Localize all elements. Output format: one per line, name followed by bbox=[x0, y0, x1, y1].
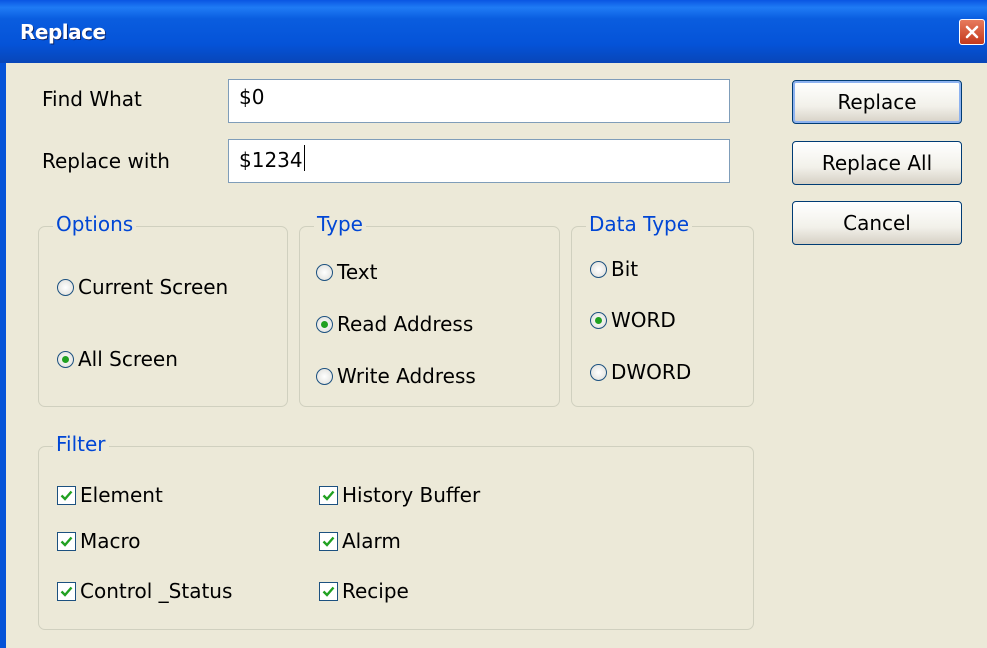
checkbox-label: Macro bbox=[80, 529, 141, 553]
radio-word[interactable]: WORD bbox=[590, 308, 676, 332]
radio-label: Text bbox=[337, 260, 378, 284]
checkbox-label: History Buffer bbox=[342, 483, 481, 507]
options-group: Options Current Screen All Screen bbox=[38, 212, 288, 407]
radio-circle-selected bbox=[57, 350, 74, 368]
checkbox-label: Control _Status bbox=[80, 579, 233, 603]
checkbox-checked bbox=[57, 485, 76, 505]
data-type-group: Data Type Bit WORD DWORD bbox=[571, 212, 754, 407]
checkbox-element[interactable]: Element bbox=[57, 483, 163, 507]
close-button[interactable] bbox=[959, 19, 985, 45]
window-title: Replace bbox=[20, 20, 106, 44]
filter-group-title: Filter bbox=[53, 432, 109, 456]
check-icon bbox=[60, 586, 73, 597]
radio-label: Current Screen bbox=[78, 275, 229, 299]
radio-label: DWORD bbox=[611, 360, 692, 384]
replace-all-button[interactable]: Replace All bbox=[792, 141, 962, 185]
radio-circle bbox=[316, 367, 333, 385]
checkbox-checked bbox=[57, 581, 76, 601]
options-group-title: Options bbox=[53, 212, 137, 236]
replace-button[interactable]: Replace bbox=[792, 80, 962, 124]
radio-circle-selected bbox=[590, 311, 607, 329]
radio-text[interactable]: Text bbox=[316, 260, 377, 284]
checkbox-checked bbox=[319, 485, 338, 505]
radio-label: Write Address bbox=[337, 364, 476, 388]
check-icon bbox=[322, 490, 335, 501]
title-bar[interactable]: Replace bbox=[0, 0, 987, 63]
radio-dword[interactable]: DWORD bbox=[590, 360, 691, 384]
replace-with-value: $1234 bbox=[239, 148, 303, 172]
checkbox-label: Alarm bbox=[342, 529, 401, 553]
find-what-label: Find What bbox=[42, 87, 142, 111]
cancel-button[interactable]: Cancel bbox=[792, 201, 962, 245]
type-group: Type Text Read Address Write Address bbox=[299, 212, 560, 407]
dialog-body: Find What $0 Replace with $1234 Replace … bbox=[0, 63, 987, 648]
checkbox-recipe[interactable]: Recipe bbox=[319, 579, 409, 603]
checkbox-alarm[interactable]: Alarm bbox=[319, 529, 401, 553]
data-type-group-title: Data Type bbox=[586, 212, 693, 236]
close-icon bbox=[965, 25, 979, 39]
check-icon bbox=[322, 536, 335, 547]
find-what-value: $0 bbox=[239, 85, 265, 109]
checkbox-macro[interactable]: Macro bbox=[57, 529, 141, 553]
radio-label: Read Address bbox=[337, 312, 474, 336]
radio-circle bbox=[590, 363, 607, 381]
checkbox-label: Element bbox=[80, 483, 163, 507]
checkbox-history-buffer[interactable]: History Buffer bbox=[319, 483, 480, 507]
checkbox-checked bbox=[319, 581, 338, 601]
check-icon bbox=[322, 586, 335, 597]
type-group-title: Type bbox=[314, 212, 366, 236]
radio-circle bbox=[590, 260, 607, 278]
radio-circle bbox=[316, 263, 333, 281]
checkbox-checked bbox=[57, 531, 76, 551]
radio-current-screen[interactable]: Current Screen bbox=[57, 275, 228, 299]
find-what-input[interactable]: $0 bbox=[228, 79, 730, 123]
radio-label: All Screen bbox=[78, 347, 178, 371]
radio-circle bbox=[57, 278, 74, 296]
filter-group: Filter Element Macro Control _Status His… bbox=[38, 432, 754, 630]
check-icon bbox=[60, 490, 73, 501]
radio-all-screen[interactable]: All Screen bbox=[57, 347, 178, 371]
text-caret bbox=[303, 145, 305, 171]
radio-bit[interactable]: Bit bbox=[590, 257, 638, 281]
replace-with-label: Replace with bbox=[42, 149, 170, 173]
checkbox-checked bbox=[319, 531, 338, 551]
radio-label: Bit bbox=[611, 257, 639, 281]
radio-label: WORD bbox=[611, 308, 676, 332]
replace-with-input[interactable]: $1234 bbox=[228, 139, 730, 183]
checkbox-control-status[interactable]: Control _Status bbox=[57, 579, 232, 603]
radio-circle-selected bbox=[316, 315, 333, 333]
checkbox-label: Recipe bbox=[342, 579, 409, 603]
radio-write-address[interactable]: Write Address bbox=[316, 364, 476, 388]
check-icon bbox=[60, 536, 73, 547]
radio-read-address[interactable]: Read Address bbox=[316, 312, 473, 336]
